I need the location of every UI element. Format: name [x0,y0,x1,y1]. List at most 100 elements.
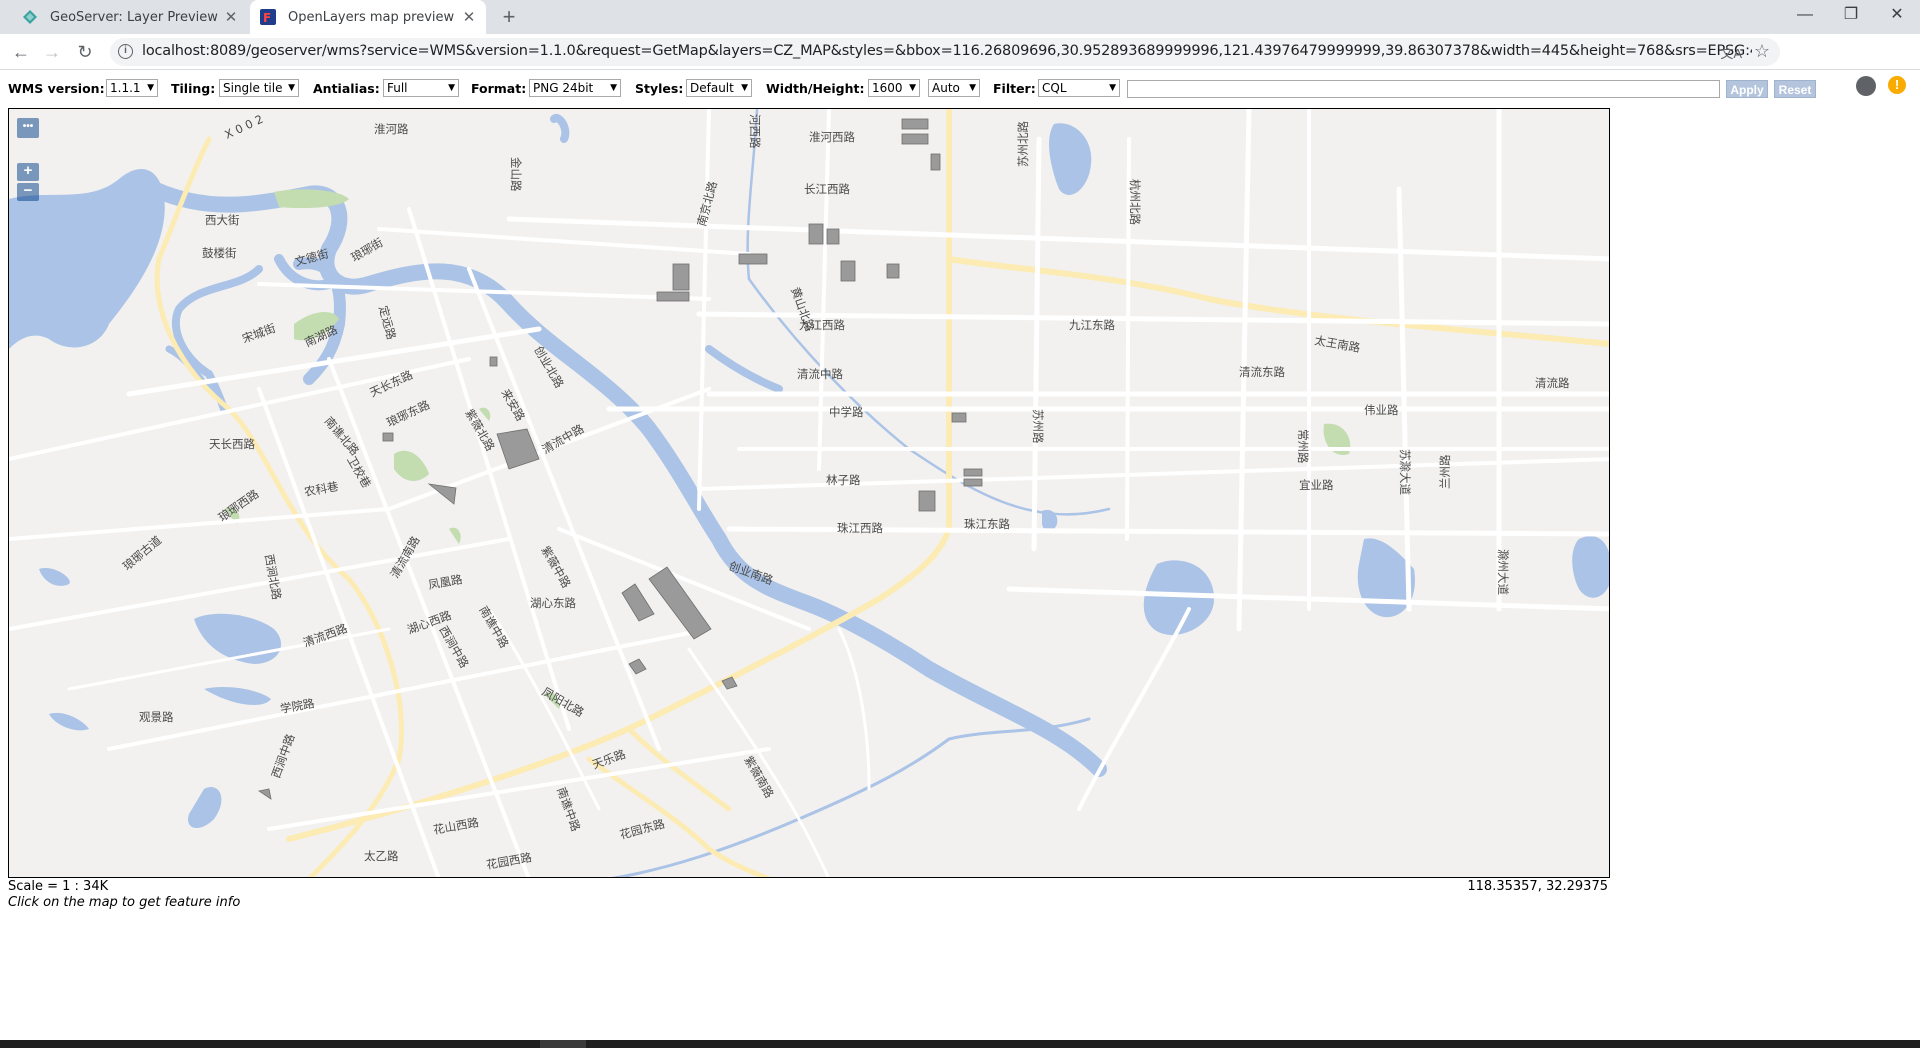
map-label: 定远路 [376,304,399,341]
wms-version-value: 1.1.1 [110,81,141,95]
map-label: 学院路 [279,696,316,716]
map-label: 南京北路 [694,179,720,228]
map-label: 湖心东路 [530,596,576,610]
map-label: 南谯中路 [476,604,511,651]
tab-geoserver-layer-preview[interactable]: GeoServer: Layer Preview ✕ [12,0,248,34]
map-label: 淮河西路 [809,130,855,144]
close-tab-icon[interactable]: ✕ [458,8,480,26]
dropdown-arrow-icon: ▼ [147,83,154,93]
map-label: 林子路 [826,473,861,487]
dropdown-arrow-icon: ▼ [741,83,748,93]
styles-label: Styles: [635,81,684,96]
forward-arrow-icon[interactable]: → [40,40,64,64]
geoserver-favicon-icon [22,9,38,25]
map-label: 珠江西路 [837,521,883,535]
taskbar-item[interactable] [540,1040,586,1048]
stream-south [611,717,1091,877]
map-label: 清流路 [1535,376,1570,390]
site-info-icon[interactable]: i [118,44,133,59]
format-select[interactable]: PNG 24bit ▼ [529,79,621,97]
styles-select[interactable]: Default ▼ [686,79,752,97]
url-text[interactable]: localhost:8089/geoserver/wms?service=WMS… [142,43,1752,59]
dropdown-arrow-icon: ▼ [448,83,455,93]
minimize-button[interactable]: — [1782,0,1828,30]
map-label: 天乐路 [590,747,628,772]
map-label: 苏州北路 [1016,121,1030,167]
omnibox[interactable]: i localhost:8089/geoserver/wms?service=W… [110,38,1780,66]
new-tab-button[interactable]: + [496,4,522,30]
map-label: 西大街 [205,213,240,227]
antialias-select[interactable]: Full ▼ [383,79,459,97]
map-label: 西涧中路 [269,732,298,780]
map-label: 南谯北路 [322,414,363,459]
width-select[interactable]: 1600 ▼ [868,79,920,97]
translate-icon[interactable]: 文A [1720,43,1742,62]
map-label: 清流东路 [1239,365,1285,379]
mouse-position: 118.35357, 32.29375 [1467,879,1608,894]
map-label: 金山路 [509,157,523,192]
filter-type-select[interactable]: CQL ▼ [1038,79,1120,97]
map-label: 琅琊古道 [120,533,165,574]
reload-icon[interactable]: ↻ [73,40,97,64]
pond-sw [204,687,271,705]
filter-input[interactable] [1127,80,1720,98]
dropdown-arrow-icon: ▼ [610,83,617,93]
map-label: 天长西路 [209,437,255,451]
close-window-button[interactable]: ✕ [1874,0,1920,30]
wms-version-label: WMS version: [8,81,105,96]
address-bar: ← → ↻ i localhost:8089/geoserver/wms?ser… [0,34,1920,96]
pond-northeast [1049,123,1092,195]
map-label: 兰州路 [1438,454,1452,489]
wms-version-select[interactable]: 1.1.1 ▼ [106,79,158,97]
map-label: 清流西路 [301,621,349,650]
reset-button[interactable]: Reset [1774,80,1816,98]
river-north [550,114,570,143]
zoom-out-button[interactable]: − [17,183,39,201]
map-label: 南谯中路 [554,785,583,833]
tiling-select[interactable]: Single tile ▼ [219,79,299,97]
map-label: 太王南路 [1313,333,1361,355]
map-label: 苏滁大道 [1398,449,1412,495]
map-viewport[interactable]: X 0 0 2 淮河路 金山路 河西路 淮河西路 长江西路 苏州北路 杭州北路 … [8,108,1610,878]
width-height-label: Width/Height: [766,81,865,96]
filter-label: Filter: [993,81,1036,96]
map-label: 天长东路 [367,367,415,399]
apply-button[interactable]: Apply [1726,80,1768,98]
map-label: X 0 0 2 [222,112,265,142]
map-label: 琅琊东路 [384,397,432,429]
map-label: 珠江东路 [964,517,1010,531]
map-label: 花园东路 [618,816,667,842]
height-select[interactable]: Auto ▼ [928,79,980,97]
dropdown-arrow-icon: ▼ [909,83,916,93]
wms-toolbar: WMS version: 1.1.1 ▼ Tiling: Single tile ▼… [0,78,1920,100]
map-label: 宋城街 [240,321,278,346]
map-label: 紫薇南路 [741,754,776,801]
close-tab-icon[interactable]: ✕ [220,8,242,26]
highway-layer [154,109,1609,877]
map-label: 长江西路 [804,182,850,196]
map-label: 清流中路 [797,367,843,381]
tab-openlayers-map-preview[interactable]: F OpenLayers map preview ✕ [250,0,486,34]
tab-title: OpenLayers map preview [288,9,455,25]
map-label: 淮河路 [374,122,409,136]
map-label: 中学路 [829,405,864,419]
openlayers-favicon-icon: F [260,9,276,25]
map-canvas: X 0 0 2 淮河路 金山路 河西路 淮河西路 长江西路 苏州北路 杭州北路 … [9,109,1609,877]
layer-switcher-button[interactable]: ••• [17,118,39,138]
bookmark-star-icon[interactable]: ☆ [1754,41,1770,62]
back-arrow-icon[interactable]: ← [9,40,33,64]
tiling-value: Single tile [223,81,283,95]
width-value: 1600 [872,81,903,95]
map-label: 河西路 [748,114,762,149]
tab-title: GeoServer: Layer Preview [50,9,218,25]
dropdown-arrow-icon: ▼ [1109,83,1116,93]
dropdown-arrow-icon: ▼ [288,83,295,93]
dropdown-arrow-icon: ▼ [969,83,976,93]
map-label: 花山西路 [432,815,480,837]
os-taskbar [0,1040,1920,1048]
restore-button[interactable]: ❐ [1828,0,1874,30]
map-label: 杭州北路 [1128,179,1142,225]
zoom-in-button[interactable]: + [17,163,39,181]
height-value: Auto [932,81,960,95]
map-label: 伟业路 [1364,403,1399,417]
